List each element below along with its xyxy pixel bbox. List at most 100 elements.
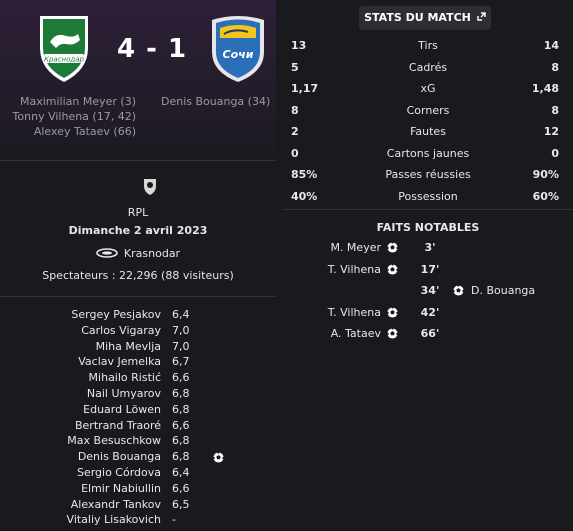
player-row[interactable]: Elmir Nabiullin 6,6	[0, 481, 276, 497]
stat-label: Corners	[406, 103, 450, 117]
player-rating: 7,0	[172, 323, 190, 337]
player-rating: 6,6	[172, 481, 190, 495]
event-home-player: A. Tataev	[330, 327, 381, 340]
stat-label: xG	[420, 82, 436, 95]
player-row[interactable]: Sergey Pesjakov 6,4	[0, 307, 276, 323]
player-row[interactable]: Alexandr Tankov 6,5	[0, 497, 276, 513]
match-date: Dimanche 2 avril 2023	[68, 224, 208, 237]
event-home-player: M. Meyer	[330, 241, 381, 254]
attendance: Spectateurs : 22,296 (88 visiteurs)	[42, 269, 234, 282]
player-name: Eduard Löwen	[83, 402, 161, 416]
event-row: M. Meyer 3'	[283, 237, 573, 259]
player-ratings-list: Sergey Pesjakov 6,4 Carlos Vigaray 7,0 Mih…	[0, 307, 276, 528]
stadium-name: Krasnodar	[123, 247, 181, 260]
away-scorer: Denis Bouanga (34)	[161, 95, 271, 108]
player-name: Sergey Pesjakov	[71, 308, 161, 321]
player-name: Nail Umyarov	[86, 386, 161, 400]
stat-away-value: 14	[543, 39, 559, 52]
stat-away-value: 90%	[532, 168, 559, 181]
event-row: 34' D. Bouanga	[283, 280, 573, 302]
player-name: Mihailo Ristić	[88, 371, 161, 385]
goal-ball-icon	[387, 328, 398, 339]
event-away-player: D. Bouanga	[471, 284, 536, 297]
tab-stats-du-match[interactable]: STATS DU MATCH	[359, 6, 491, 30]
player-name: Max Besuschkow	[67, 434, 161, 448]
player-row[interactable]: Eduard Löwen 6,8	[0, 402, 276, 418]
event-minute: 17'	[420, 262, 440, 276]
player-name: Elmir Nabiullin	[81, 481, 161, 495]
expand-icon[interactable]	[477, 12, 486, 21]
home-team-crest[interactable]: Краснодар	[32, 12, 96, 84]
stat-label: Cartons jaunes	[386, 146, 470, 160]
player-row[interactable]: Miha Mevlja 7,0	[0, 339, 276, 355]
player-row[interactable]: Mihailo Ristić 6,6	[0, 370, 276, 386]
tab-label: STATS DU MATCH	[364, 11, 471, 24]
stat-row: 2 Fautes 12	[283, 121, 573, 143]
goal-ball-icon	[387, 263, 398, 275]
stat-row: 0 Cartons jaunes 0	[283, 143, 573, 165]
stadium-icon	[96, 248, 118, 258]
player-rating: -	[172, 513, 176, 527]
event-row: T. Vilhena 42'	[283, 302, 573, 324]
event-row: A. Tataev 66'	[283, 323, 573, 345]
player-rating: 7,0	[172, 339, 190, 353]
event-minute: 42'	[420, 305, 440, 319]
stat-away-value: 1,48	[531, 82, 559, 95]
stat-label: Fautes	[410, 125, 446, 138]
stat-label: Tirs	[418, 39, 438, 52]
match-summary-panel: Краснодар Сочи 4 - 1 Maximilian Meyer (3…	[0, 0, 276, 531]
player-rating: 6,8	[172, 402, 190, 416]
player-row[interactable]: Sergio Córdova 6,4	[0, 465, 276, 481]
player-rating: 6,4	[172, 465, 190, 479]
player-name: Vitaliy Lisakovich	[66, 513, 161, 527]
player-rating: 6,7	[172, 355, 190, 369]
stat-away-value: 8	[551, 103, 559, 117]
home-crest-text: Краснодар	[44, 56, 85, 64]
player-name: Bertrand Traoré	[74, 418, 161, 432]
stat-row: 13 Tirs 14	[283, 35, 573, 57]
match-score: 4 - 1	[116, 34, 188, 64]
divider	[0, 160, 276, 161]
player-row[interactable]: Vaclav Jemelka 6,7	[0, 354, 276, 370]
player-name: Sergio Córdova	[76, 465, 161, 479]
goal-ball-icon	[213, 452, 224, 463]
player-row[interactable]: Nail Umyarov 6,8	[0, 386, 276, 402]
player-row[interactable]: Bertrand Traoré 6,6	[0, 418, 276, 434]
competition-logo-icon	[144, 179, 156, 195]
player-name: Miha Mevlja	[95, 339, 161, 353]
goal-ball-icon	[387, 242, 398, 253]
stat-row: 1,17 xG 1,48	[283, 78, 573, 100]
home-scorer: Alexey Tataev (66)	[33, 125, 136, 138]
player-row[interactable]: Max Besuschkow 6,8	[0, 433, 276, 449]
event-minute: 34'	[420, 284, 440, 297]
player-rating: 6,5	[172, 497, 190, 511]
divider	[283, 209, 573, 210]
home-scorer: Tonny Vilhena (17, 42)	[12, 110, 136, 123]
player-row[interactable]: Carlos Vigaray 7,0	[0, 323, 276, 339]
player-name: Denis Bouanga	[77, 450, 161, 464]
faits-notables-title: FAITS NOTABLES	[376, 221, 480, 234]
player-name: Vaclav Jemelka	[78, 355, 161, 369]
stat-away-value: 60%	[532, 189, 559, 203]
match-stats-panel: STATS DU MATCH 13 Tirs 14 5 Cadrés 8 1,17 xG 1…	[283, 0, 573, 531]
away-team-crest[interactable]: Сочи	[206, 14, 270, 84]
player-row[interactable]: Vitaliy Lisakovich -	[0, 512, 276, 528]
stat-away-value: 8	[551, 60, 559, 74]
away-crest-text: Сочи	[223, 48, 254, 61]
stat-away-value: 12	[543, 125, 559, 138]
player-rating: 6,8	[172, 386, 190, 400]
stadium-row: Krasnodar	[0, 247, 276, 260]
stat-row: 5 Cadrés 8	[283, 57, 573, 79]
player-rating: 6,4	[172, 308, 190, 321]
stat-row: 8 Corners 8	[283, 100, 573, 122]
player-name: Carlos Vigaray	[81, 323, 161, 337]
player-rating: 6,8	[172, 434, 190, 448]
player-rating: 6,6	[172, 371, 190, 385]
home-scorers: Maximilian Meyer (3) Tonny Vilhena (17, …	[6, 94, 136, 139]
player-row[interactable]: Denis Bouanga 6,8	[0, 449, 276, 465]
stat-label: Possession	[398, 189, 458, 203]
stat-label: Cadrés	[408, 60, 448, 74]
player-name: Alexandr Tankov	[70, 497, 161, 511]
competition-name: RPL	[127, 206, 149, 219]
divider	[0, 296, 276, 297]
